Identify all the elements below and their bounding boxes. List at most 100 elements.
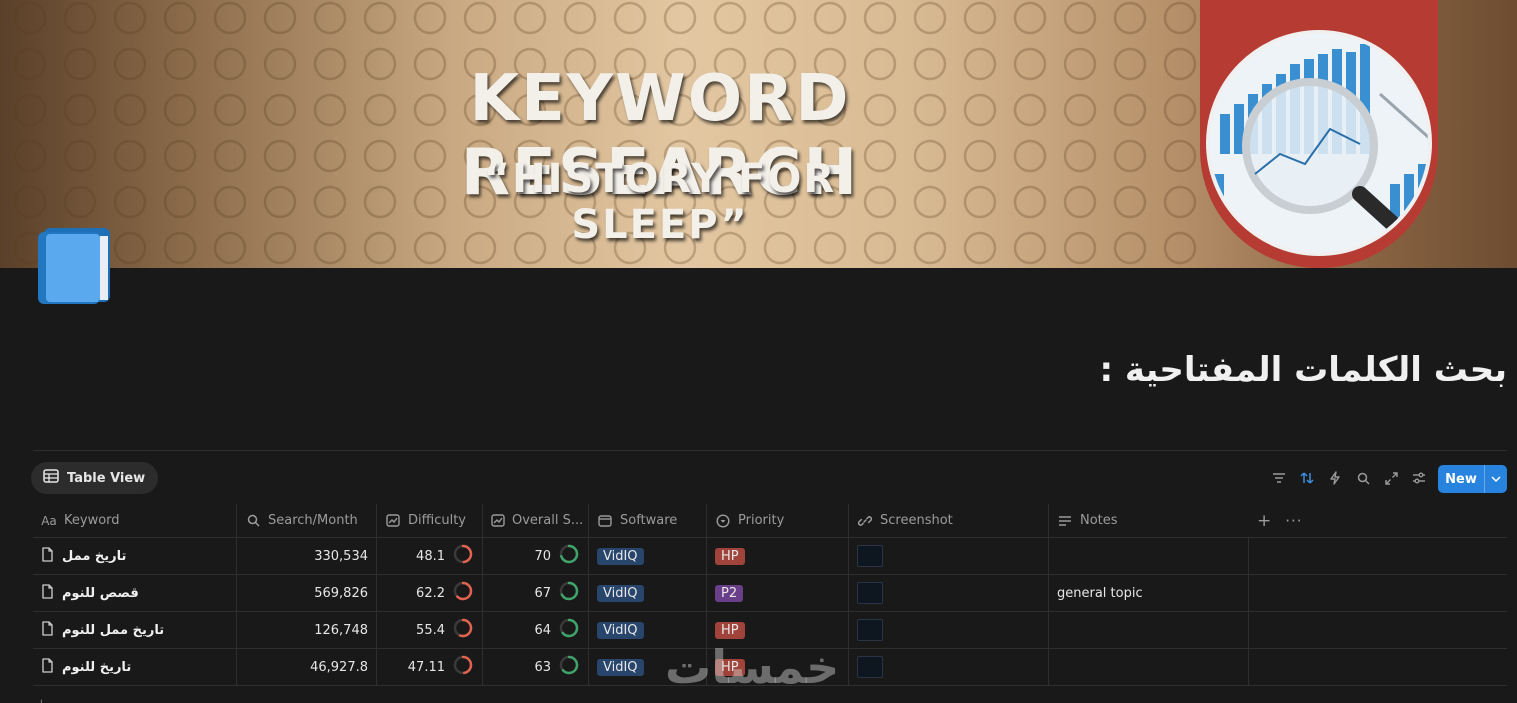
cover-subtitle: “HISTORY FOR SLEEP” bbox=[483, 156, 837, 248]
page-icon bbox=[41, 583, 54, 603]
keyword-cell[interactable]: قصص للنوم bbox=[33, 575, 237, 611]
tab-label: Table View bbox=[67, 470, 146, 486]
software-tag: VidIQ bbox=[597, 547, 644, 565]
screenshot-thumbnail[interactable] bbox=[857, 545, 883, 567]
priority-tag: HP bbox=[715, 547, 745, 565]
link-icon bbox=[857, 514, 873, 528]
column-header-keyword[interactable]: Aa Keyword bbox=[33, 504, 237, 537]
overall-score-cell[interactable]: 63 bbox=[483, 649, 589, 685]
page-icon bbox=[41, 620, 54, 640]
column-header-software[interactable]: Software bbox=[589, 504, 707, 537]
difficulty-ring bbox=[452, 543, 474, 569]
difficulty-ring bbox=[452, 580, 474, 606]
overall-score-cell[interactable]: 64 bbox=[483, 612, 589, 648]
new-button-label: New bbox=[1445, 471, 1477, 487]
column-header-difficulty[interactable]: Difficulty bbox=[377, 504, 483, 537]
automation-bolt-icon[interactable] bbox=[1327, 466, 1343, 490]
overall-ring bbox=[558, 617, 580, 643]
expand-icon[interactable] bbox=[1383, 466, 1399, 490]
software-cell[interactable]: VidIQ bbox=[589, 538, 707, 574]
chevron-down-icon[interactable] bbox=[1484, 465, 1507, 493]
tab-table-view[interactable]: Table View bbox=[31, 462, 159, 494]
screenshot-thumbnail[interactable] bbox=[857, 582, 883, 604]
table-row[interactable]: قصص للنوم 569,826 62.2 67 VidIQ P2 general top… bbox=[33, 575, 1507, 612]
screenshot-cell[interactable] bbox=[849, 649, 1049, 685]
column-header-overall-score[interactable]: Overall S... bbox=[483, 504, 589, 537]
overall-ring bbox=[558, 580, 580, 606]
add-property-icon[interactable]: + bbox=[1257, 511, 1271, 531]
keyword-text: تاريخ ممل للنوم bbox=[62, 622, 165, 638]
overall-score-cell[interactable]: 67 bbox=[483, 575, 589, 611]
difficulty-cell[interactable]: 48.1 bbox=[377, 538, 483, 574]
screenshot-thumbnail[interactable] bbox=[857, 619, 883, 641]
text-icon bbox=[1057, 515, 1073, 527]
watermark-logo: خمسات bbox=[665, 640, 840, 694]
add-row-button[interactable]: + bbox=[36, 697, 47, 703]
screenshot-cell[interactable] bbox=[849, 575, 1049, 611]
search-icon[interactable] bbox=[1355, 466, 1371, 490]
empty-cell bbox=[1249, 538, 1507, 574]
screenshot-cell[interactable] bbox=[849, 538, 1049, 574]
column-header-notes[interactable]: Notes bbox=[1049, 504, 1249, 537]
filter-icon[interactable] bbox=[1271, 466, 1287, 490]
new-button[interactable]: New bbox=[1438, 465, 1507, 493]
difficulty-cell[interactable]: 55.4 bbox=[377, 612, 483, 648]
difficulty-ring bbox=[452, 617, 474, 643]
difficulty-cell[interactable]: 47.11 bbox=[377, 649, 483, 685]
column-header-screenshot[interactable]: Screenshot bbox=[849, 504, 1049, 537]
search-month-cell[interactable]: 126,748 bbox=[237, 612, 377, 648]
difficulty-cell[interactable]: 62.2 bbox=[377, 575, 483, 611]
software-cell[interactable]: VidIQ bbox=[589, 575, 707, 611]
divider bbox=[33, 450, 1507, 451]
chart-icon bbox=[491, 514, 505, 527]
search-month-cell[interactable]: 330,534 bbox=[237, 538, 377, 574]
page-icon bbox=[41, 657, 54, 677]
notes-cell[interactable] bbox=[1049, 612, 1249, 648]
keyword-text: تاريخ للنوم bbox=[62, 659, 132, 675]
empty-cell bbox=[1249, 649, 1507, 685]
empty-cell bbox=[1249, 575, 1507, 611]
view-toolbar bbox=[1271, 466, 1427, 490]
column-header-priority[interactable]: Priority bbox=[707, 504, 849, 537]
keyword-cell[interactable]: تاريخ ممل bbox=[33, 538, 237, 574]
more-icon[interactable]: ··· bbox=[1285, 512, 1302, 530]
search-icon bbox=[245, 514, 261, 527]
magnifier-chart-image bbox=[1206, 30, 1432, 256]
screenshot-cell[interactable] bbox=[849, 612, 1049, 648]
screenshot-thumbnail[interactable] bbox=[857, 656, 883, 678]
keyword-cell[interactable]: تاريخ للنوم bbox=[33, 649, 237, 685]
empty-cell bbox=[1249, 612, 1507, 648]
keyword-cell[interactable]: تاريخ ممل للنوم bbox=[33, 612, 237, 648]
priority-cell[interactable]: P2 bbox=[707, 575, 849, 611]
priority-tag: P2 bbox=[715, 584, 744, 602]
window-icon bbox=[597, 514, 613, 527]
table-header: Aa Keyword Search/Month Difficulty Overa… bbox=[33, 504, 1507, 538]
software-tag: VidIQ bbox=[597, 584, 644, 602]
search-month-cell[interactable]: 46,927.8 bbox=[237, 649, 377, 685]
notes-cell[interactable] bbox=[1049, 649, 1249, 685]
overall-ring bbox=[558, 654, 580, 680]
book-icon[interactable] bbox=[36, 226, 114, 306]
notes-cell[interactable]: general topic bbox=[1049, 575, 1249, 611]
chart-icon bbox=[385, 514, 401, 527]
search-month-cell[interactable]: 569,826 bbox=[237, 575, 377, 611]
priority-cell[interactable]: HP bbox=[707, 538, 849, 574]
software-tag: VidIQ bbox=[597, 621, 644, 639]
table-row[interactable]: تاريخ ممل 330,534 48.1 70 VidIQ HP bbox=[33, 538, 1507, 575]
notes-cell[interactable] bbox=[1049, 538, 1249, 574]
difficulty-ring bbox=[452, 654, 474, 680]
keyword-text: قصص للنوم bbox=[62, 585, 139, 601]
table-icon bbox=[43, 469, 59, 487]
page-icon bbox=[41, 546, 54, 566]
column-header-search-month[interactable]: Search/Month bbox=[237, 504, 377, 537]
priority-tag: HP bbox=[715, 621, 745, 639]
sort-icon[interactable] bbox=[1299, 466, 1315, 490]
overall-score-cell[interactable]: 70 bbox=[483, 538, 589, 574]
keyword-text: تاريخ ممل bbox=[62, 548, 127, 564]
title-icon: Aa bbox=[41, 513, 57, 528]
column-header-actions: + ··· bbox=[1249, 504, 1507, 537]
settings-sliders-icon[interactable] bbox=[1411, 466, 1427, 490]
page-title[interactable]: بحث الكلمات المفتاحية : bbox=[1099, 350, 1507, 390]
select-icon bbox=[715, 513, 731, 528]
page-cover[interactable]: KEYWORD RESEARCH “HISTORY FOR SLEEP” bbox=[0, 0, 1517, 268]
